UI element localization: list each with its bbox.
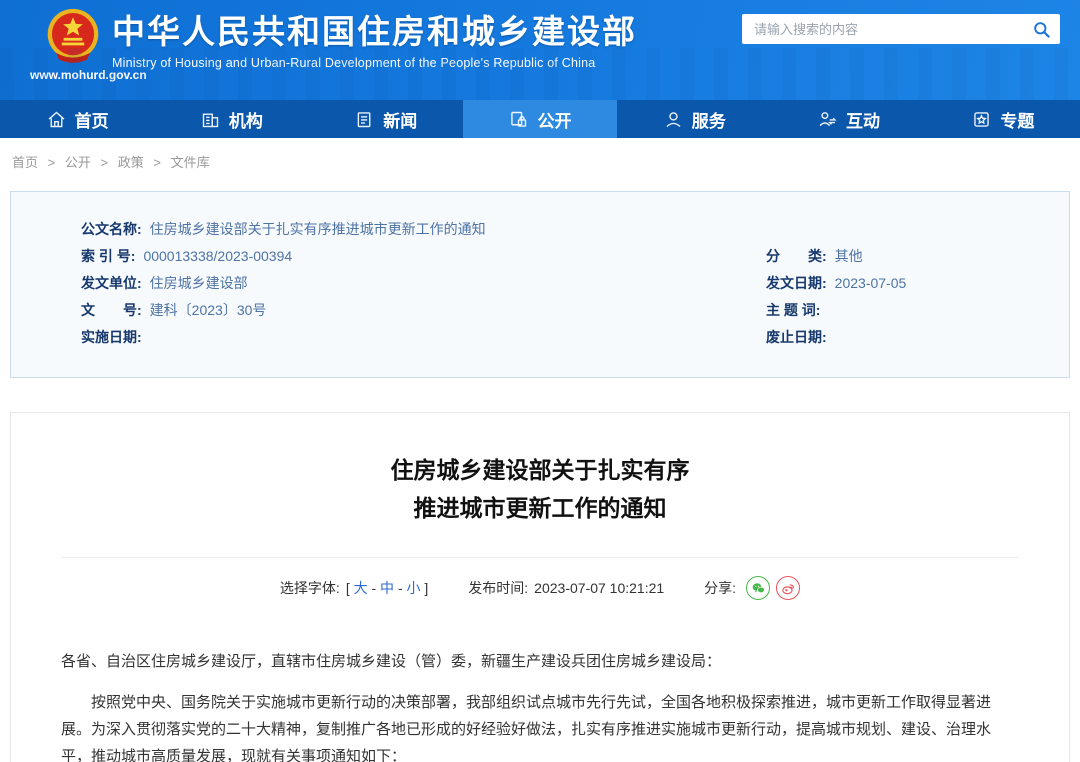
breadcrumb-disclosure[interactable]: 公开 bbox=[65, 155, 91, 170]
nav-item-disclosure[interactable]: 公开 bbox=[462, 100, 618, 138]
font-size-large[interactable]: 大 bbox=[354, 580, 368, 596]
meta-label: 发文日期: bbox=[766, 275, 827, 291]
national-emblem-icon bbox=[47, 8, 99, 63]
font-selector-label: 选择字体: bbox=[279, 580, 340, 596]
meta-label: 实施日期: bbox=[81, 329, 142, 345]
search-input[interactable] bbox=[754, 21, 1030, 37]
breadcrumb-library[interactable]: 文件库 bbox=[171, 155, 210, 170]
meta-label: 废止日期: bbox=[766, 329, 827, 345]
publish-time-label: 发布时间: bbox=[468, 580, 529, 596]
meta-value: 其他 bbox=[834, 248, 863, 264]
breadcrumb-home[interactable]: 首页 bbox=[12, 155, 38, 170]
publish-time: 2023-07-07 10:21:21 bbox=[534, 580, 665, 596]
article-title: 住房城乡建设部关于扎实有序 推进城市更新工作的通知 bbox=[11, 451, 1069, 527]
meta-label: 文 号: bbox=[81, 302, 142, 318]
font-size-medium[interactable]: 中 bbox=[380, 580, 394, 596]
share-icons bbox=[746, 576, 801, 600]
news-icon bbox=[357, 111, 371, 127]
nav-label: 公开 bbox=[537, 111, 572, 131]
meta-label: 索 引 号: bbox=[81, 248, 136, 264]
meta-label: 分 类: bbox=[766, 248, 827, 264]
nav-item-orgs[interactable]: 机构 bbox=[154, 100, 308, 138]
site-titles: 中华人民共和国住房和城乡建设部 Ministry of Housing and … bbox=[112, 12, 637, 70]
meta-value: 000013338/2023-00394 bbox=[143, 248, 293, 264]
topic-star-icon bbox=[974, 111, 990, 127]
meta-value: 建科〔2023〕30号 bbox=[149, 302, 267, 318]
share-wechat-button[interactable] bbox=[746, 576, 771, 600]
font-size-small[interactable]: 小 bbox=[407, 580, 421, 596]
title-divider bbox=[61, 557, 1019, 558]
meta-row: 发文单位: 住房城乡建设部 发文日期: 2023-07-05 bbox=[81, 270, 1029, 297]
site-header: www.mohurd.gov.cn 中华人民共和国住房和城乡建设部 Minist… bbox=[0, 0, 1080, 100]
article-toolbar: 选择字体: [ 大 - 中 - 小 ] 发布时间: 2023-07-07 10:… bbox=[11, 576, 1069, 600]
article-title-line1: 住房城乡建设部关于扎实有序 bbox=[390, 457, 690, 483]
nav-label: 服务 bbox=[691, 111, 726, 131]
site-title-en: Ministry of Housing and Urban-Rural Deve… bbox=[112, 56, 596, 70]
emblem-block: www.mohurd.gov.cn bbox=[30, 6, 147, 82]
wechat-icon bbox=[752, 582, 765, 593]
share-label: 分享: bbox=[704, 580, 737, 596]
breadcrumb-separator: > bbox=[100, 155, 109, 170]
breadcrumb-separator: > bbox=[153, 155, 161, 170]
meta-label: 发文单位: bbox=[81, 275, 142, 291]
building-icon bbox=[202, 113, 219, 127]
font-size-selector: [ 大 - 中 - 小 ] bbox=[346, 578, 428, 598]
nav-label: 专题 bbox=[1000, 111, 1035, 131]
breadcrumb: 首页 > 公开 > 政策 > 文件库 bbox=[0, 138, 1080, 183]
service-icon bbox=[666, 111, 681, 127]
breadcrumb-separator: > bbox=[47, 155, 56, 170]
article-paragraph: 按照党中央、国务院关于实施城市更新行动的决策部署，我部组织试点城市先行先试，全国… bbox=[61, 694, 992, 762]
nav-label: 首页 bbox=[74, 111, 109, 131]
site-url: www.mohurd.gov.cn bbox=[30, 68, 147, 82]
nav-item-topics[interactable]: 专题 bbox=[926, 100, 1080, 138]
meta-value: 2023-07-05 bbox=[834, 275, 907, 291]
search-icon bbox=[1033, 21, 1050, 38]
nav-item-interaction[interactable]: 互动 bbox=[771, 100, 925, 138]
meta-row: 实施日期: 废止日期: bbox=[81, 324, 1029, 351]
meta-value: 住房城乡建设部 bbox=[149, 275, 248, 291]
article-panel: 住房城乡建设部关于扎实有序 推进城市更新工作的通知 选择字体: [ 大 - 中 … bbox=[10, 412, 1070, 762]
meta-row-title: 公文名称: 住房城乡建设部关于扎实有序推进城市更新工作的通知 bbox=[81, 216, 1029, 243]
main-nav: 首页 机构 新闻 公开 服务 互动 专题 bbox=[0, 100, 1080, 138]
nav-label: 新闻 bbox=[383, 111, 418, 131]
site-title-cn: 中华人民共和国住房和城乡建设部 bbox=[112, 13, 637, 50]
nav-label: 机构 bbox=[228, 111, 263, 131]
nav-item-news[interactable]: 新闻 bbox=[309, 100, 463, 138]
dash: - bbox=[397, 580, 403, 596]
breadcrumb-policy[interactable]: 政策 bbox=[118, 155, 144, 170]
meta-value: 住房城乡建设部关于扎实有序推进城市更新工作的通知 bbox=[149, 221, 486, 237]
dash: - bbox=[371, 580, 377, 596]
nav-label: 互动 bbox=[846, 111, 881, 131]
nav-item-services[interactable]: 服务 bbox=[617, 100, 771, 138]
bracket: [ bbox=[345, 580, 350, 596]
bracket: ] bbox=[424, 580, 429, 596]
meta-label: 公文名称: bbox=[81, 221, 142, 237]
meta-row: 索 引 号: 000013338/2023-00394 分 类: 其他 bbox=[81, 243, 1029, 270]
share-weibo-button[interactable] bbox=[776, 576, 801, 600]
meta-row: 文 号: 建科〔2023〕30号 主 题 词: bbox=[81, 297, 1029, 324]
meta-label: 主 题 词: bbox=[766, 302, 821, 318]
article-body: 各省、自治区住房城乡建设厅，直辖市住房城乡建设（管）委，新疆生产建设兵团住房城乡… bbox=[11, 648, 1069, 762]
search-box[interactable] bbox=[742, 14, 1060, 44]
weibo-icon bbox=[781, 583, 794, 594]
disclosure-icon bbox=[511, 111, 527, 127]
interaction-icon bbox=[819, 111, 837, 126]
home-icon bbox=[48, 111, 65, 127]
document-meta-box: 公文名称: 住房城乡建设部关于扎实有序推进城市更新工作的通知 索 引 号: 00… bbox=[10, 191, 1070, 378]
nav-item-home[interactable]: 首页 bbox=[0, 100, 154, 138]
search-button[interactable] bbox=[1030, 18, 1052, 40]
article-paragraph: 各省、自治区住房城乡建设厅，直辖市住房城乡建设（管）委，新疆生产建设兵团住房城乡… bbox=[61, 653, 722, 670]
article-title-line2: 推进城市更新工作的通知 bbox=[413, 495, 667, 521]
